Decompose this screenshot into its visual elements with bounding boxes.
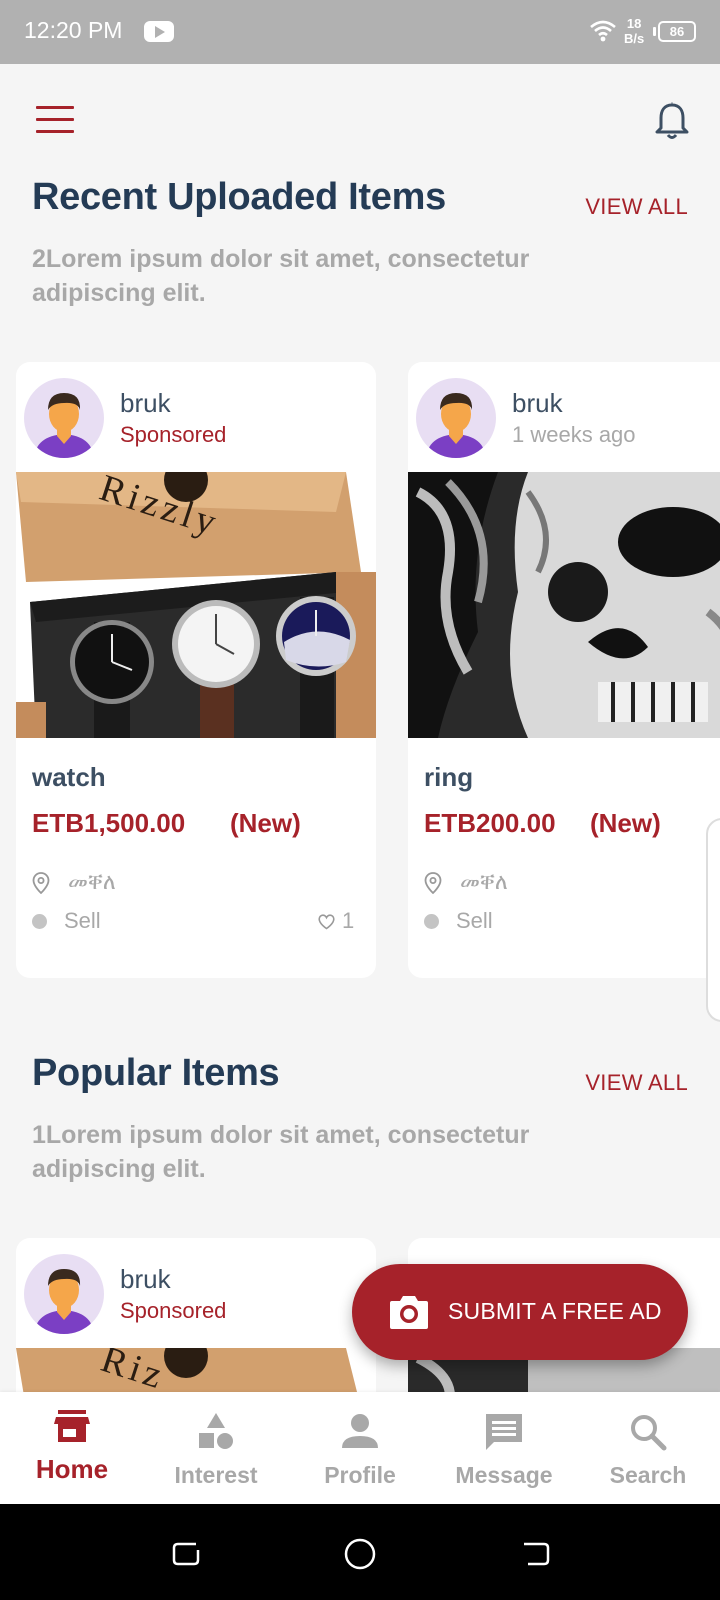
shapes-icon	[199, 1413, 233, 1449]
nav-profile-label: Profile	[324, 1462, 396, 1488]
seller-avatar	[24, 378, 104, 458]
camera-icon	[390, 1296, 428, 1329]
bell-icon[interactable]	[652, 100, 692, 142]
recent-view-all-button[interactable]: VIEW ALL	[585, 194, 688, 220]
sponsored-badge: Sponsored	[120, 422, 227, 447]
next-card-edge[interactable]	[706, 818, 720, 1022]
home-icon[interactable]	[340, 1534, 380, 1574]
seller-name[interactable]: bruk	[512, 388, 563, 419]
recent-section-title: Recent Uploaded Items	[32, 176, 446, 218]
sponsored-badge: Sponsored	[120, 1298, 227, 1323]
item-deal-type: Sell	[456, 908, 493, 933]
item-condition: (New)	[590, 808, 661, 838]
favorite-count: 1	[342, 908, 355, 933]
item-title: ring	[424, 762, 474, 792]
recent-section-description: 2Lorem ipsum dolor sit amet, consectetur…	[32, 245, 530, 307]
seller-name[interactable]: bruk	[120, 1264, 171, 1295]
status-time: 12:20 PM	[24, 17, 123, 43]
seller-avatar	[416, 378, 496, 458]
item-condition: (New)	[230, 808, 301, 838]
nav-search-label: Search	[609, 1462, 687, 1488]
recent-apps-icon[interactable]	[166, 1534, 206, 1574]
nav-interest[interactable]: Interest	[144, 1392, 288, 1504]
popular-section-description: 1Lorem ipsum dolor sit amet, consectetur…	[32, 1121, 530, 1183]
person-icon	[342, 1414, 378, 1448]
item-deal-type: Sell	[64, 908, 101, 933]
net-speed-unit: B/s	[624, 31, 645, 46]
nav-profile[interactable]: Profile	[288, 1392, 432, 1504]
item-location: መቐለ	[460, 870, 508, 895]
battery-icon: 86	[653, 21, 696, 42]
status-dot-icon	[32, 914, 47, 929]
popular-section-title: Popular Items	[32, 1052, 280, 1094]
item-title: watch	[32, 762, 106, 792]
status-bar: 12:20 PM 18 B/s 86	[0, 0, 720, 64]
nav-search[interactable]: Search	[576, 1392, 720, 1504]
youtube-icon	[144, 21, 174, 42]
bottom-navigation: Home Interest Profile Message Search	[0, 1392, 720, 1504]
nav-interest-label: Interest	[174, 1462, 258, 1488]
item-price: ETB1,500.00	[32, 808, 186, 838]
message-icon	[486, 1414, 522, 1450]
nav-message-label: Message	[455, 1462, 553, 1488]
item-price: ETB200.00	[424, 808, 556, 838]
heart-icon[interactable]	[318, 914, 335, 930]
nav-message[interactable]: Message	[432, 1392, 576, 1504]
location-pin-icon	[32, 872, 50, 894]
net-speed: 18 B/s	[624, 16, 644, 46]
nav-home-label: Home	[35, 1454, 109, 1484]
system-navigation-bar	[0, 1504, 720, 1600]
item-location: መቐለ	[68, 870, 116, 895]
posted-time: 1 weeks ago	[512, 422, 636, 447]
net-speed-value: 18	[626, 16, 642, 31]
search-icon	[631, 1415, 667, 1451]
home-screen: 12:20 PM 18 B/s 86 Recent Uploaded Items…	[0, 0, 720, 1600]
status-dot-icon	[424, 914, 439, 929]
product-card-watch[interactable]: bruk Sponsored Rizzly watch ETB1,500.00 …	[16, 362, 376, 978]
menu-icon[interactable]	[36, 106, 74, 134]
wifi-icon	[590, 20, 616, 42]
submit-free-ad-label: SUBMIT A FREE AD	[448, 1298, 662, 1324]
product-card-ring[interactable]: bruk 1 weeks ago ring ETB200.00 (New) መቐ…	[408, 362, 720, 978]
submit-free-ad-button[interactable]: SUBMIT A FREE AD	[352, 1264, 688, 1360]
nav-home[interactable]: Home	[0, 1392, 144, 1504]
ring-product-image	[408, 472, 720, 738]
popular-view-all-button[interactable]: VIEW ALL	[585, 1070, 688, 1096]
location-pin-icon	[424, 872, 442, 894]
seller-name[interactable]: bruk	[120, 388, 171, 419]
back-icon[interactable]	[516, 1534, 556, 1574]
seller-avatar	[24, 1254, 104, 1334]
store-icon	[54, 1410, 90, 1442]
watch-product-image: Rizzly	[16, 472, 376, 738]
